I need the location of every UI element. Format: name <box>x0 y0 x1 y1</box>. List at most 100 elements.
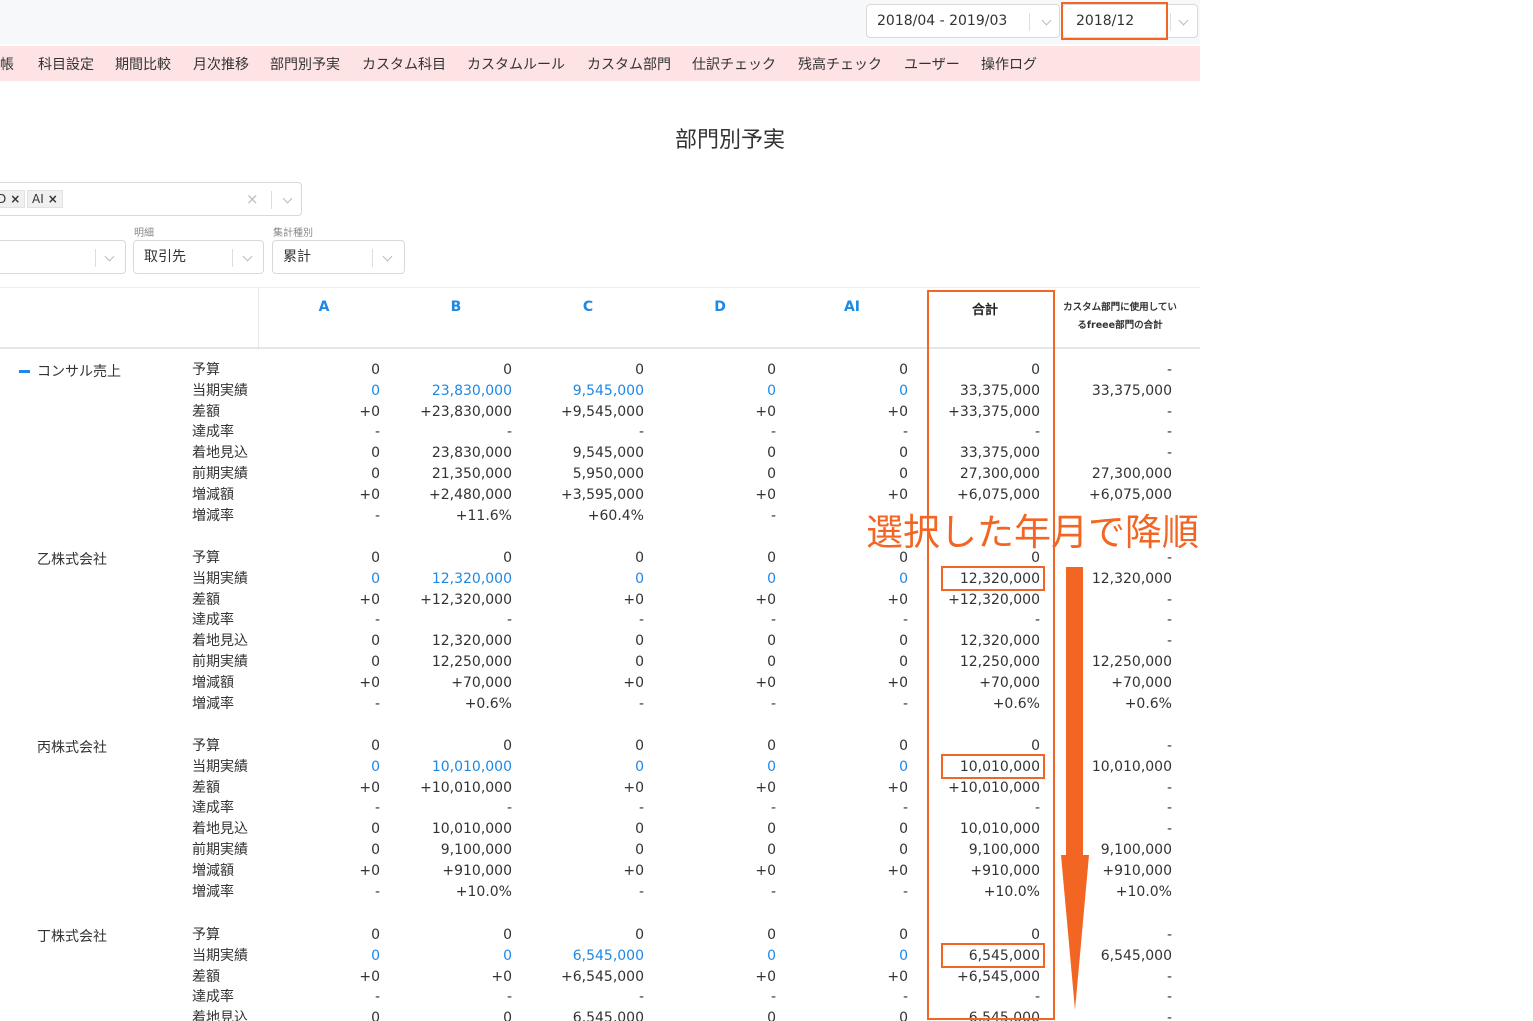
table-cell: - <box>1166 591 1172 608</box>
table-cell: - <box>374 989 380 1006</box>
column-header-c[interactable]: C <box>564 299 612 315</box>
nav-item-users[interactable]: ユーザー <box>904 54 960 74</box>
nav-item-custom-rule[interactable]: カスタムルール <box>467 54 565 74</box>
table-cell[interactable]: 23,830,000 <box>382 381 512 402</box>
nav-item-period-compare[interactable]: 期間比較 <box>115 54 171 74</box>
close-icon[interactable]: × <box>48 192 58 206</box>
table-cell[interactable]: 0 <box>646 569 776 590</box>
table-cell[interactable]: 0 <box>250 569 380 590</box>
table-cell: 12,320,000 <box>431 633 512 650</box>
highlight-box <box>941 943 1045 968</box>
table-cell: 0 <box>767 445 776 462</box>
close-icon[interactable]: × <box>10 192 20 206</box>
table-cell: - <box>1166 779 1172 796</box>
column-header-ai[interactable]: AI <box>828 299 876 315</box>
nav-item-log[interactable]: 操作ログ <box>981 54 1037 74</box>
table-cell: +0 <box>623 674 644 691</box>
nav-item-dept-budget[interactable]: 部門別予実 <box>270 54 340 74</box>
table-cell[interactable]: 0 <box>382 946 512 967</box>
row-label: 差額 <box>192 591 220 608</box>
table-cell[interactable]: 12,320,000 <box>382 569 512 590</box>
table-cell[interactable]: 0 <box>646 946 776 967</box>
aggregation-value: 累計 <box>283 249 311 265</box>
nav-item-balance-check[interactable]: 残高チェック <box>798 54 882 74</box>
chevron-down-icon <box>99 241 119 273</box>
table-cell[interactable]: 0 <box>646 381 776 402</box>
nav-item-custom-account[interactable]: カスタム科目 <box>362 54 446 74</box>
table-cell: - <box>506 800 512 817</box>
table-cell: - <box>902 612 908 629</box>
page-title: 部門別予実 <box>674 128 785 153</box>
tag-d[interactable]: D × <box>0 190 26 208</box>
table-cell[interactable]: 0 <box>250 946 380 967</box>
table-cell: - <box>374 612 380 629</box>
table-cell: +70,000 <box>451 674 512 691</box>
table-cell: 0 <box>635 633 644 650</box>
table-cell[interactable]: 0 <box>514 757 644 778</box>
detail-label: 明細 <box>134 228 154 239</box>
clear-icon[interactable]: × <box>246 183 259 215</box>
table-cell: 0 <box>767 738 776 754</box>
nav-item-account-settings[interactable]: 科目設定 <box>38 54 94 74</box>
table-cell: 12,250,000 <box>431 654 512 670</box>
period-range-select[interactable]: 2018/04 - 2019/03 <box>866 4 1060 38</box>
table-cell: - <box>1166 1010 1172 1021</box>
row-label: 達成率 <box>192 800 234 817</box>
table-cell: - <box>770 424 776 441</box>
arrow-down-icon <box>1066 567 1083 857</box>
table-cell[interactable]: 0 <box>778 946 908 967</box>
table-cell: +0 <box>887 862 908 879</box>
table-cell: 0 <box>635 362 644 378</box>
nav-item-monthly[interactable]: 月次推移 <box>193 54 249 74</box>
table-cell[interactable]: 10,010,000 <box>382 757 512 778</box>
table-cell: +2,480,000 <box>429 486 512 503</box>
collapse-icon[interactable] <box>19 370 30 373</box>
table-cell: 33,375,000 <box>1091 382 1172 399</box>
row-label: 増減額 <box>192 486 234 503</box>
row-label: 前期実績 <box>192 654 248 670</box>
row-label: 前期実績 <box>192 842 248 858</box>
unknown-select[interactable] <box>0 240 126 274</box>
table-cell: +0.6% <box>1124 695 1172 712</box>
table-cell: - <box>770 695 776 712</box>
table-cell: - <box>374 800 380 817</box>
nav-item-journal-check[interactable]: 仕訳チェック <box>692 54 776 74</box>
nav-item-ledger[interactable]: 帳 <box>0 54 14 74</box>
table-cell[interactable]: 0 <box>250 381 380 402</box>
row-label: 予算 <box>192 550 220 566</box>
table-cell: - <box>902 989 908 1006</box>
aggregation-select[interactable]: 累計 <box>272 240 405 274</box>
group-name[interactable]: コンサル売上 <box>19 361 121 381</box>
table-cell[interactable]: 0 <box>778 757 908 778</box>
row-label: 差額 <box>192 403 220 420</box>
table-cell: - <box>638 989 644 1006</box>
table-cell[interactable]: 0 <box>778 381 908 402</box>
table-cell[interactable]: 9,545,000 <box>514 381 644 402</box>
column-header-b[interactable]: B <box>432 299 480 315</box>
highlight-box <box>941 566 1045 591</box>
column-header-a[interactable]: A <box>300 299 348 315</box>
table-cell: - <box>638 883 644 900</box>
table-cell: 0 <box>371 927 380 943</box>
nav-item-custom-dept[interactable]: カスタム部門 <box>587 54 671 74</box>
table-cell[interactable]: 0 <box>646 757 776 778</box>
row-label: 予算 <box>192 362 220 378</box>
column-header-d[interactable]: D <box>696 299 744 315</box>
table-cell: 12,320,000 <box>1091 570 1172 587</box>
table-cell: +23,830,000 <box>420 403 512 420</box>
table-cell: 10,010,000 <box>1091 758 1172 775</box>
detail-select[interactable]: 取引先 <box>133 240 264 274</box>
table-cell: +0 <box>887 674 908 691</box>
table-cell[interactable]: 0 <box>250 757 380 778</box>
table-cell[interactable]: 0 <box>778 569 908 590</box>
row-label: 着地見込 <box>192 633 248 650</box>
table-cell[interactable]: 0 <box>514 569 644 590</box>
tag-ai[interactable]: AI × <box>27 190 63 208</box>
table-cell: +9,545,000 <box>561 403 644 420</box>
table-cell[interactable]: 6,545,000 <box>514 946 644 967</box>
table-cell: 0 <box>371 550 380 566</box>
group-name: 乙株式会社 <box>37 552 107 568</box>
table-cell: +0 <box>359 403 380 420</box>
row-label: 当期実績 <box>192 758 248 775</box>
table-cell: +10.0% <box>455 883 512 900</box>
